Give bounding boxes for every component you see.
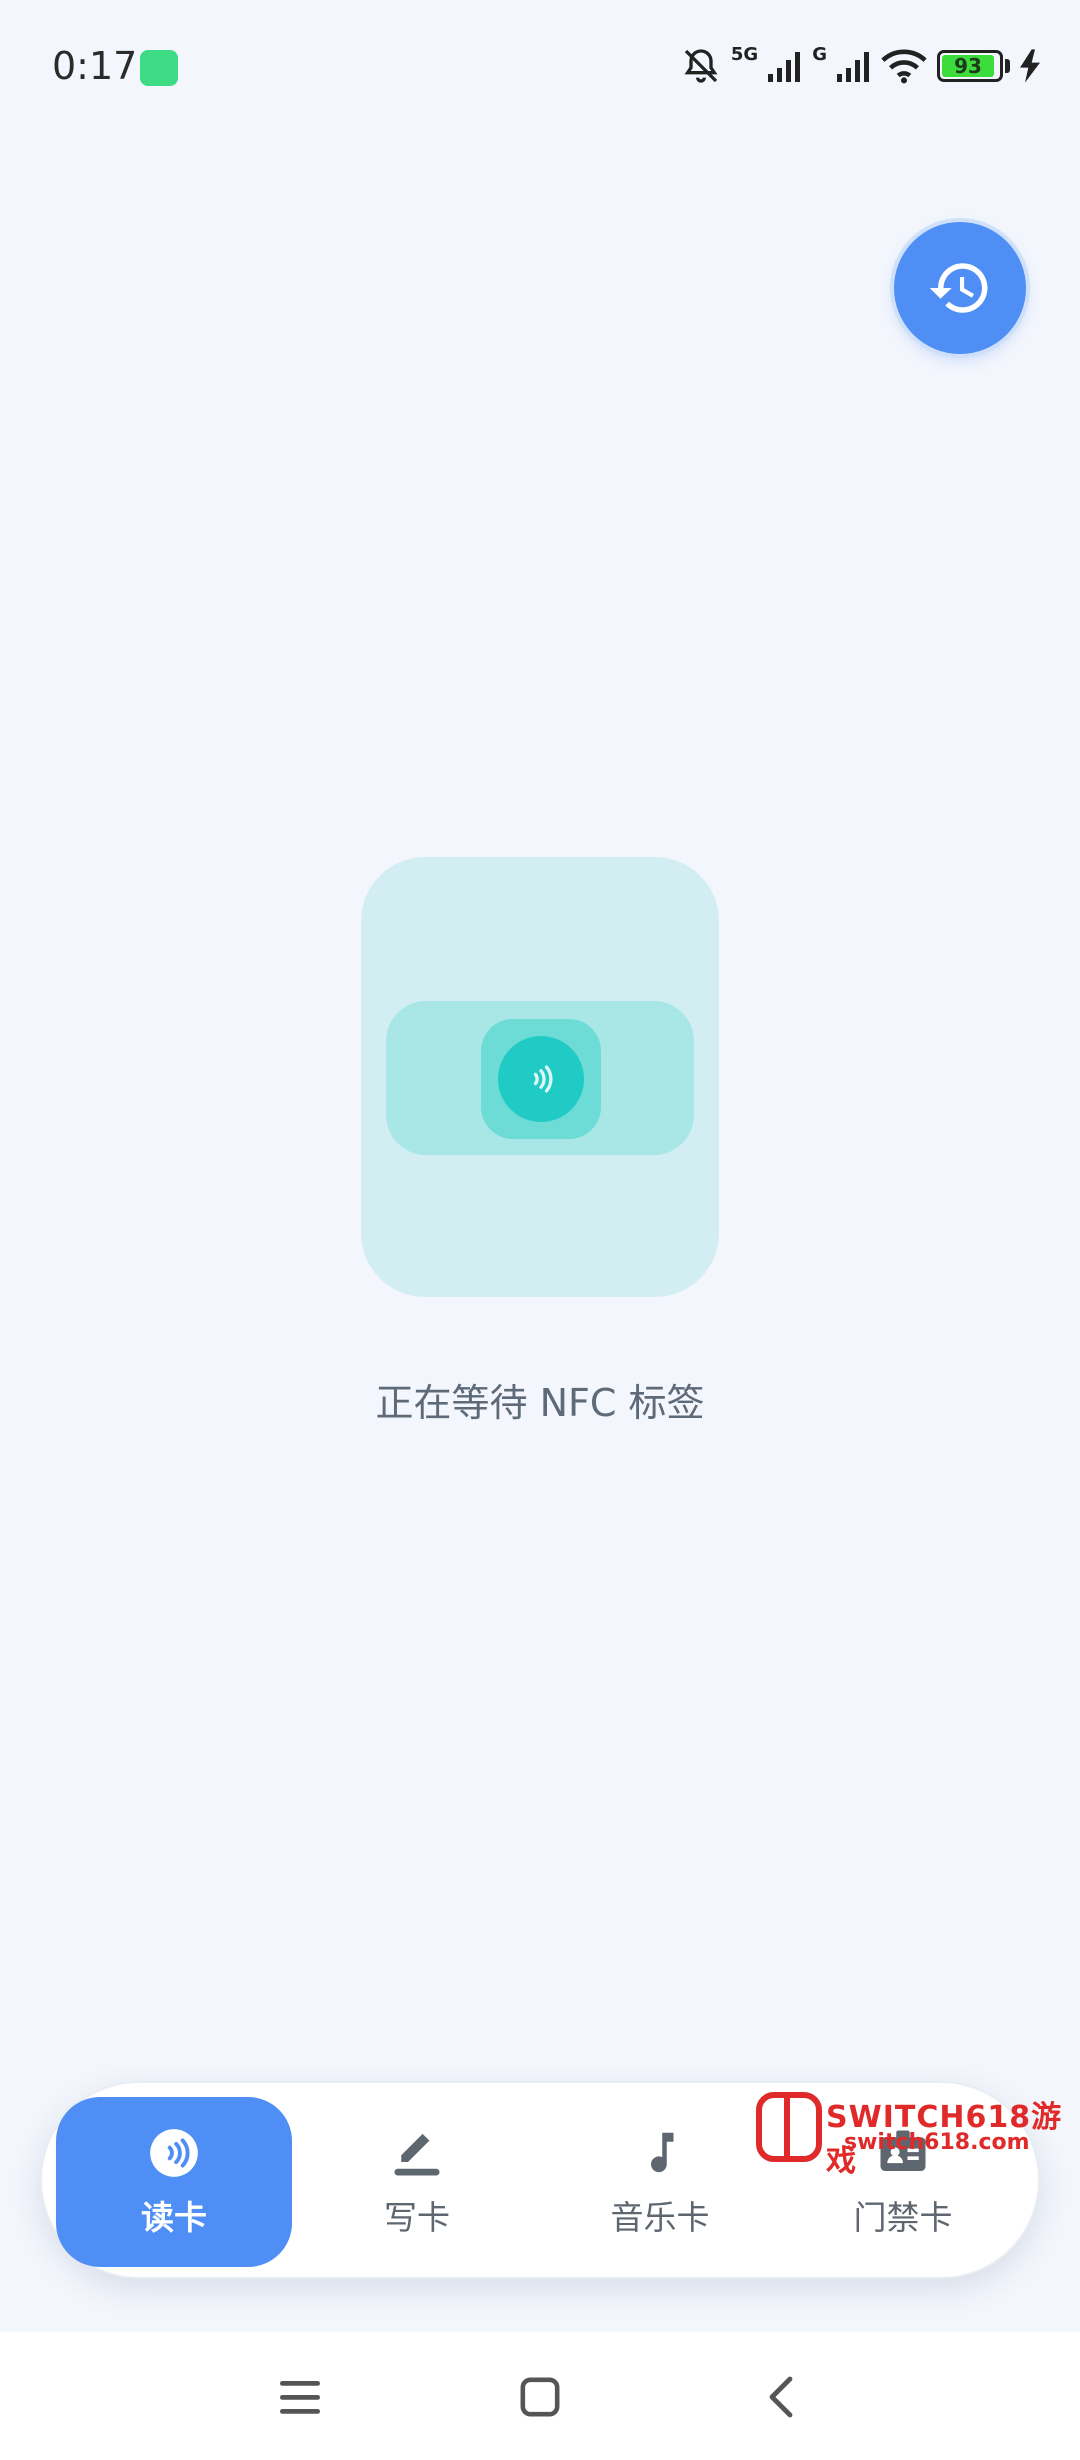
pen-icon — [389, 2125, 445, 2181]
system-nav-bar — [0, 2332, 1080, 2460]
nfc-illustration — [361, 857, 719, 1297]
history-button[interactable] — [894, 222, 1026, 354]
music-note-icon — [632, 2125, 688, 2181]
nfc-card-strip — [386, 1001, 694, 1155]
watermark-url: switch618.com — [844, 2130, 1030, 2155]
tab-label: 写卡 — [384, 2198, 450, 2237]
tab-label: 音乐卡 — [610, 2198, 710, 2237]
tab-label: 读卡 — [141, 2198, 207, 2237]
mute-bell-icon — [684, 49, 718, 83]
nfc-icon — [146, 2125, 202, 2181]
switch-logo-icon — [756, 2092, 822, 2162]
tab-label: 门禁卡 — [853, 2198, 953, 2237]
android-icon — [140, 50, 178, 86]
tab-write-card[interactable]: 写卡 — [299, 2097, 535, 2267]
wifi-icon — [881, 49, 927, 84]
home-icon — [520, 2377, 560, 2417]
signal-icon — [768, 52, 801, 82]
tab-read-card[interactable]: 读卡 — [56, 2097, 292, 2267]
network-g-label: G — [812, 44, 827, 65]
status-icons: 5G G 93 — [681, 44, 1040, 88]
battery-level: 93 — [942, 54, 995, 78]
nfc-icon — [498, 1036, 584, 1122]
nfc-chip — [481, 1019, 601, 1139]
watermark: SWITCH618游戏 switch618.com — [756, 2092, 1066, 2179]
back-button[interactable] — [740, 2362, 820, 2432]
history-icon — [929, 263, 988, 313]
home-button[interactable] — [500, 2362, 580, 2432]
menu-button[interactable] — [260, 2362, 340, 2432]
network-5g-label: 5G — [730, 44, 759, 65]
tab-music-card[interactable]: 音乐卡 — [542, 2097, 778, 2267]
signal-icon — [837, 52, 869, 82]
waiting-status-text: 正在等待 NFC 标签 — [375, 1381, 705, 1425]
status-time: 0:17 — [52, 44, 138, 88]
screen: 0:17 5G G 93 正在等待 NFC 标签 读卡 写卡 音乐卡 门禁卡 S… — [0, 0, 1080, 2460]
status-bar: 0:17 5G G 93 — [0, 0, 1080, 130]
charging-icon — [1020, 49, 1040, 83]
back-icon — [769, 2376, 793, 2418]
menu-icon — [280, 2381, 320, 2414]
battery-icon: 93 — [937, 50, 1010, 82]
